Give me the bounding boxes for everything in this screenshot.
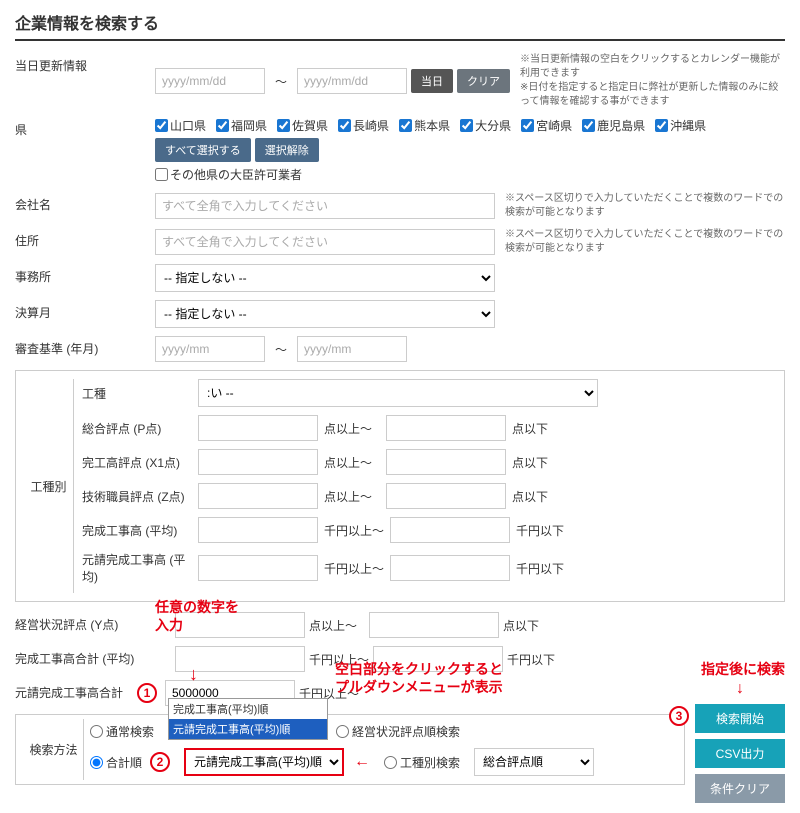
kind-from-1[interactable] <box>198 449 318 475</box>
sort-select[interactable]: 元請完成工事高(平均)順 <box>184 748 344 776</box>
office-select[interactable]: -- 指定しない -- <box>155 264 495 292</box>
label-office: 事務所 <box>15 264 155 285</box>
label-company: 会社名 <box>15 192 155 213</box>
kind-side-label: 工種別 <box>24 379 74 593</box>
kind-from-3[interactable] <box>198 517 318 543</box>
row-company: 会社名 ※スペース区切りで入力していただくことで複数のワードでの検索が可能となり… <box>15 192 785 220</box>
search-method-box: 検索方法 通常検索 完成工事高(平均)順 元請完成工事高(平均)順 <box>15 714 685 785</box>
address-note: ※スペース区切りで入力していただくことで複数のワードでの検索が可能となります <box>505 228 785 256</box>
label-date: 当日更新情報 <box>15 53 155 74</box>
select-all-button[interactable]: すべて選択する <box>155 138 251 162</box>
arrow-down-icon: ↓ <box>189 664 198 685</box>
pref-checkbox-6[interactable]: 宮崎県 <box>521 117 572 134</box>
address-input[interactable] <box>155 229 495 255</box>
fiscal-select[interactable]: -- 指定しない -- <box>155 300 495 328</box>
label-motouke: 元請完成工事高合計 <box>15 680 145 701</box>
ypoint-to[interactable] <box>369 612 499 638</box>
label-ypoint: 経営状況評点 (Y点) <box>15 612 175 633</box>
review-to[interactable] <box>297 336 407 362</box>
row-office: 事務所 -- 指定しない -- <box>15 264 785 292</box>
pref-checkbox-2[interactable]: 佐賀県 <box>277 117 328 134</box>
kind-row-1: 完工高評点 (X1点)点以上～点以下 <box>82 449 776 475</box>
date-from[interactable] <box>155 68 265 94</box>
dd-option-0[interactable]: 完成工事高(平均)順 <box>169 699 327 719</box>
ypoint-from[interactable] <box>175 612 305 638</box>
date-note: ※当日更新情報の空白をクリックするとカレンダー機能が利用できます ※日付を指定す… <box>520 53 785 109</box>
row-pref: 県 山口県福岡県佐賀県長崎県熊本県大分県宮崎県鹿児島県沖縄県 すべて選択する 選… <box>15 117 785 184</box>
label-address: 住所 <box>15 228 155 249</box>
row-fiscal: 決算月 -- 指定しない -- <box>15 300 785 328</box>
radio-normal[interactable]: 通常検索 <box>90 723 154 740</box>
label-search-method: 検索方法 <box>24 719 84 780</box>
pref-checkbox-1[interactable]: 福岡県 <box>216 117 267 134</box>
kind-to-2[interactable] <box>386 483 506 509</box>
kind-from-2[interactable] <box>198 483 318 509</box>
clear-button[interactable]: 条件クリア <box>695 774 785 803</box>
other-pref-checkbox[interactable]: その他県の大臣許可業者 <box>155 166 302 183</box>
kou-select[interactable]: :い -- <box>198 379 598 407</box>
radio-keiei[interactable]: 経営状況評点順検索 <box>336 723 460 740</box>
dd-option-1[interactable]: 元請完成工事高(平均)順 <box>169 719 327 739</box>
today-button[interactable]: 当日 <box>411 69 453 93</box>
arrow-left-icon: ← <box>354 753 370 771</box>
sort-select-2[interactable]: 総合評点順 <box>474 748 594 776</box>
kind-from-0[interactable] <box>198 415 318 441</box>
kind-from-4[interactable] <box>198 555 318 581</box>
kind-box: 工種別 工種 :い -- 総合評点 (P点)点以上～点以下完工高評点 (X1点)… <box>15 370 785 602</box>
row-address: 住所 ※スペース区切りで入力していただくことで複数のワードでの検索が可能となりま… <box>15 228 785 256</box>
date-to[interactable] <box>297 68 407 94</box>
kind-row-3: 完成工事高 (平均)千円以上～千円以下 <box>82 517 776 543</box>
label-totalavg: 完成工事高合計 (平均) <box>15 646 175 667</box>
kind-to-4[interactable] <box>390 555 510 581</box>
pref-checkbox-8[interactable]: 沖縄県 <box>655 117 706 134</box>
radio-kind[interactable]: 工種別検索 <box>384 754 460 771</box>
row-ypoint: 経営状況評点 (Y点) 点以上～ 点以下 任意の数字を 入力 <box>15 612 785 638</box>
csv-button[interactable]: CSV出力 <box>695 739 785 768</box>
kind-row-2: 技術職員評点 (Z点)点以上～点以下 <box>82 483 776 509</box>
review-from[interactable] <box>155 336 265 362</box>
radio-total[interactable]: 合計順 <box>90 754 142 771</box>
kind-row-4: 元請完成工事高 (平均)千円以上～千円以下 <box>82 551 776 585</box>
row-date: 当日更新情報 ～ 当日 クリア ※当日更新情報の空白をクリックするとカレンダー機… <box>15 53 785 109</box>
pref-checkbox-4[interactable]: 熊本県 <box>399 117 450 134</box>
tilde: ～ <box>269 73 293 90</box>
row-review: 審査基準 (年月) ～ <box>15 336 785 362</box>
arrow-down-icon-2: ↓ <box>695 680 785 698</box>
row-totalavg: 完成工事高合計 (平均) 千円以上～ 千円以下 <box>15 646 785 672</box>
kind-to-3[interactable] <box>390 517 510 543</box>
company-note: ※スペース区切りで入力していただくことで複数のワードでの検索が可能となります <box>505 192 785 220</box>
clear-date-button[interactable]: クリア <box>457 69 510 93</box>
label-fiscal: 決算月 <box>15 300 155 321</box>
search-button[interactable]: 検索開始 <box>695 704 785 733</box>
label-pref: 県 <box>15 117 155 138</box>
label-review: 審査基準 (年月) <box>15 336 155 357</box>
page-title: 企業情報を検索する <box>15 10 785 41</box>
kind-to-1[interactable] <box>386 449 506 475</box>
pref-checkbox-0[interactable]: 山口県 <box>155 117 206 134</box>
deselect-button[interactable]: 選択解除 <box>255 138 319 162</box>
pref-checkbox-7[interactable]: 鹿児島県 <box>582 117 645 134</box>
kind-to-0[interactable] <box>386 415 506 441</box>
annotation-circle-1: 1 <box>137 683 157 703</box>
pref-checkbox-3[interactable]: 長崎県 <box>338 117 389 134</box>
kind-row-0: 総合評点 (P点)点以上～点以下 <box>82 415 776 441</box>
annotation-circle-3: 3 <box>669 706 689 726</box>
pref-checkbox-5[interactable]: 大分県 <box>460 117 511 134</box>
totalavg-to[interactable] <box>373 646 503 672</box>
label-kou: 工種 <box>82 385 192 402</box>
annotation-circle-2: 2 <box>150 752 170 772</box>
company-input[interactable] <box>155 193 495 219</box>
